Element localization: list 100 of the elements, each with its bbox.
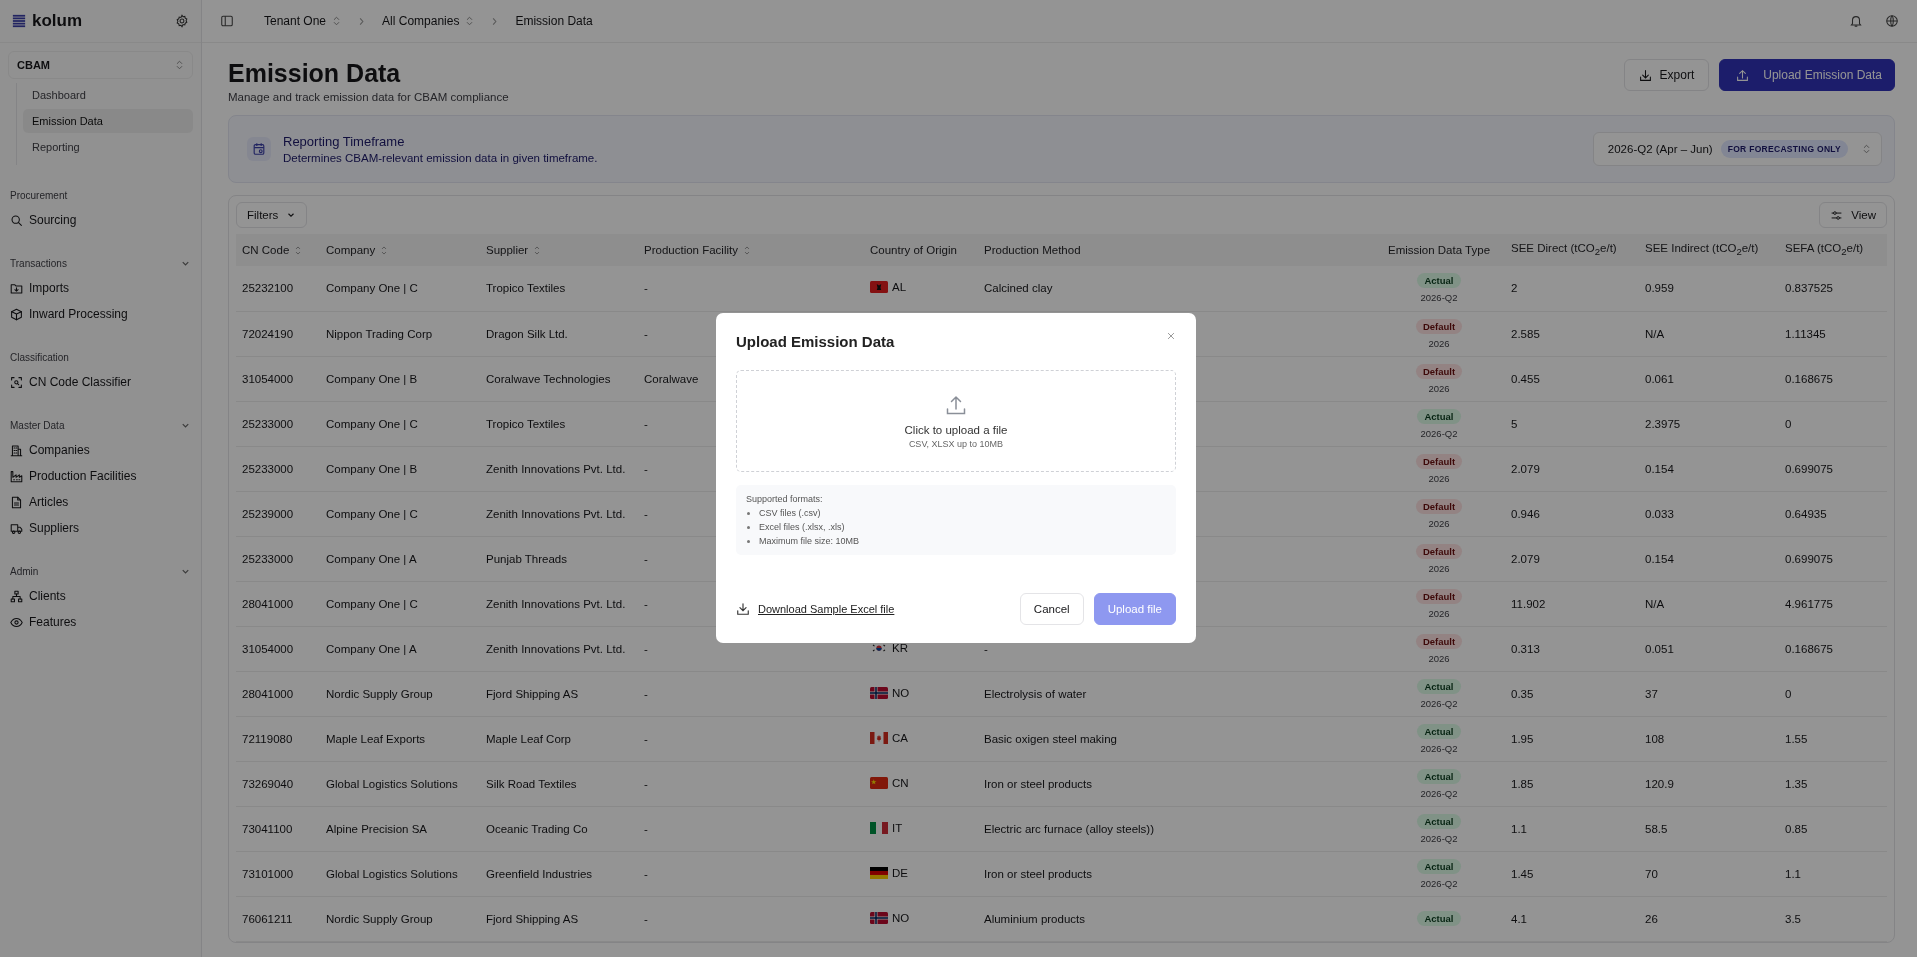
- country-code: CN: [892, 776, 909, 789]
- data-type-badge: Actual: [1417, 273, 1461, 289]
- dialog-title: Upload Emission Data: [736, 333, 895, 350]
- sidebar-item[interactable]: Sourcing: [8, 207, 193, 233]
- export-button[interactable]: Export: [1623, 59, 1710, 91]
- country-code: AL: [892, 281, 907, 294]
- data-type-badge: Default: [1415, 453, 1463, 469]
- table-cell: 31054000: [242, 372, 294, 385]
- table-cell: -: [644, 417, 648, 430]
- table-cell: 1.1: [1511, 822, 1527, 835]
- settings-icon[interactable]: [175, 14, 189, 28]
- country-code: DE: [892, 866, 908, 879]
- sidebar-item[interactable]: Emission Data: [23, 109, 193, 133]
- sidebar-item[interactable]: Suppliers: [8, 515, 193, 541]
- table-cell: 0.168675: [1785, 642, 1833, 655]
- breadcrumb-item[interactable]: Tenant One: [258, 13, 348, 29]
- sidebar-item[interactable]: Reporting: [23, 135, 193, 159]
- table-cell: 4.1: [1511, 912, 1527, 925]
- flag-icon: [870, 776, 888, 789]
- cancel-button[interactable]: Cancel: [1019, 593, 1084, 625]
- period-label: 2026-Q2: [1420, 292, 1458, 304]
- bullet-icon: [747, 511, 750, 515]
- table-cell: 108: [1645, 732, 1665, 745]
- table-cell: Company One | A: [326, 642, 417, 655]
- file-drop-zone[interactable]: Click to upload a file CSV, XLSX up to 10MB: [736, 370, 1176, 472]
- download-icon: [736, 602, 750, 616]
- table-cell: -: [644, 462, 648, 475]
- table-cell: 70: [1645, 867, 1658, 880]
- table-cell: Tropico Textiles: [486, 417, 566, 430]
- module-selector[interactable]: CBAM: [8, 51, 193, 79]
- period-label: 2026-Q2: [1420, 427, 1458, 439]
- table-cell: -: [644, 282, 648, 295]
- table-cell: Company One | B: [326, 462, 418, 475]
- sidebar-item[interactable]: Dashboard: [23, 83, 193, 107]
- formats-title: Supported formats:: [746, 494, 824, 504]
- period-label: 2026: [1428, 382, 1450, 394]
- table-cell: Company One | A: [326, 552, 417, 565]
- sidebar-item[interactable]: Clients: [8, 583, 193, 609]
- data-type-badge: Actual: [1417, 858, 1461, 874]
- table-cell: Punjab Threads: [486, 552, 567, 565]
- table-cell: 5: [1511, 417, 1518, 430]
- sidebar-item[interactable]: Production Facilities: [8, 463, 193, 489]
- table-cell: -: [644, 912, 648, 925]
- data-type-badge: Actual: [1417, 408, 1461, 424]
- sliders-icon: [1830, 208, 1844, 222]
- sidebar-toggle-icon[interactable]: [220, 14, 234, 28]
- table-cell: Coralwave: [644, 372, 699, 385]
- table-cell: -: [644, 732, 648, 745]
- period-label: 2026: [1428, 607, 1450, 619]
- table-cell: 25232100: [242, 282, 294, 295]
- data-type-badge: Actual: [1417, 768, 1461, 784]
- table-cell: Oceanic Trading Co: [486, 822, 588, 835]
- breadcrumb-item[interactable]: Emission Data: [509, 13, 599, 29]
- table-cell: N/A: [1645, 597, 1665, 610]
- sidebar-item[interactable]: CN Code Classifier: [8, 369, 193, 395]
- factory-icon: [10, 469, 23, 483]
- column-header[interactable]: Production Facility: [638, 234, 864, 266]
- column-header[interactable]: CN Code: [236, 234, 320, 266]
- sort-icon: [294, 245, 303, 256]
- timeframe-value: 2026-Q2 (Apr – Jun): [1607, 143, 1713, 155]
- table-cell: 25233000: [242, 462, 294, 475]
- table-cell: Company One | C: [326, 507, 418, 520]
- table-cell: 28041000: [242, 597, 294, 610]
- sidebar-item[interactable]: Inward Processing: [8, 301, 193, 327]
- sidebar-item[interactable]: Features: [8, 609, 193, 635]
- table-cell: -: [644, 327, 648, 340]
- view-button[interactable]: View: [1819, 202, 1887, 228]
- period-label: 2026: [1428, 337, 1450, 349]
- sidebar-item[interactable]: Articles: [8, 489, 193, 515]
- period-label: 2026-Q2: [1420, 697, 1458, 709]
- column-header[interactable]: Supplier: [480, 234, 638, 266]
- chevron-right-icon: [490, 15, 500, 27]
- bell-icon[interactable]: [1849, 14, 1863, 28]
- table-cell: 73269040: [242, 777, 294, 790]
- table-cell: Iron or steel products: [984, 867, 1093, 880]
- download-sample-link[interactable]: Download Sample Excel file: [758, 603, 895, 615]
- table-cell: 1.55: [1785, 732, 1808, 745]
- table-cell: 0: [1785, 417, 1792, 430]
- table-cell: Zenith Innovations Pvt. Ltd.: [486, 462, 626, 475]
- table-cell: Electric arc furnace (alloy steels)): [984, 822, 1154, 835]
- globe-icon[interactable]: [1885, 14, 1899, 28]
- upload-button[interactable]: Upload Emission Data: [1719, 59, 1895, 91]
- building-icon: [10, 443, 23, 457]
- table-cell: 0.959: [1645, 282, 1674, 295]
- column-header: SEFA (tCO$_{2}$e/t): [1779, 234, 1887, 266]
- table-cell: 2.079: [1511, 552, 1540, 565]
- breadcrumb-item[interactable]: All Companies: [376, 13, 481, 29]
- close-icon[interactable]: [1166, 331, 1176, 341]
- timeframe-select[interactable]: 2026-Q2 (Apr – Jun) FOR FORECASTING ONLY: [1592, 132, 1882, 166]
- table-cell: -: [644, 597, 648, 610]
- table-cell: Zenith Innovations Pvt. Ltd.: [486, 642, 626, 655]
- sidebar-item[interactable]: Companies: [8, 437, 193, 463]
- sidebar-item[interactable]: Imports: [8, 275, 193, 301]
- table-cell: 4.961775: [1785, 597, 1833, 610]
- chevron-up-down-icon: [465, 15, 475, 27]
- country-code: CA: [892, 731, 908, 744]
- cube-icon: [10, 307, 23, 321]
- period-label: 2026: [1428, 652, 1450, 664]
- column-header[interactable]: Company: [320, 234, 480, 266]
- filters-button[interactable]: Filters: [236, 202, 308, 228]
